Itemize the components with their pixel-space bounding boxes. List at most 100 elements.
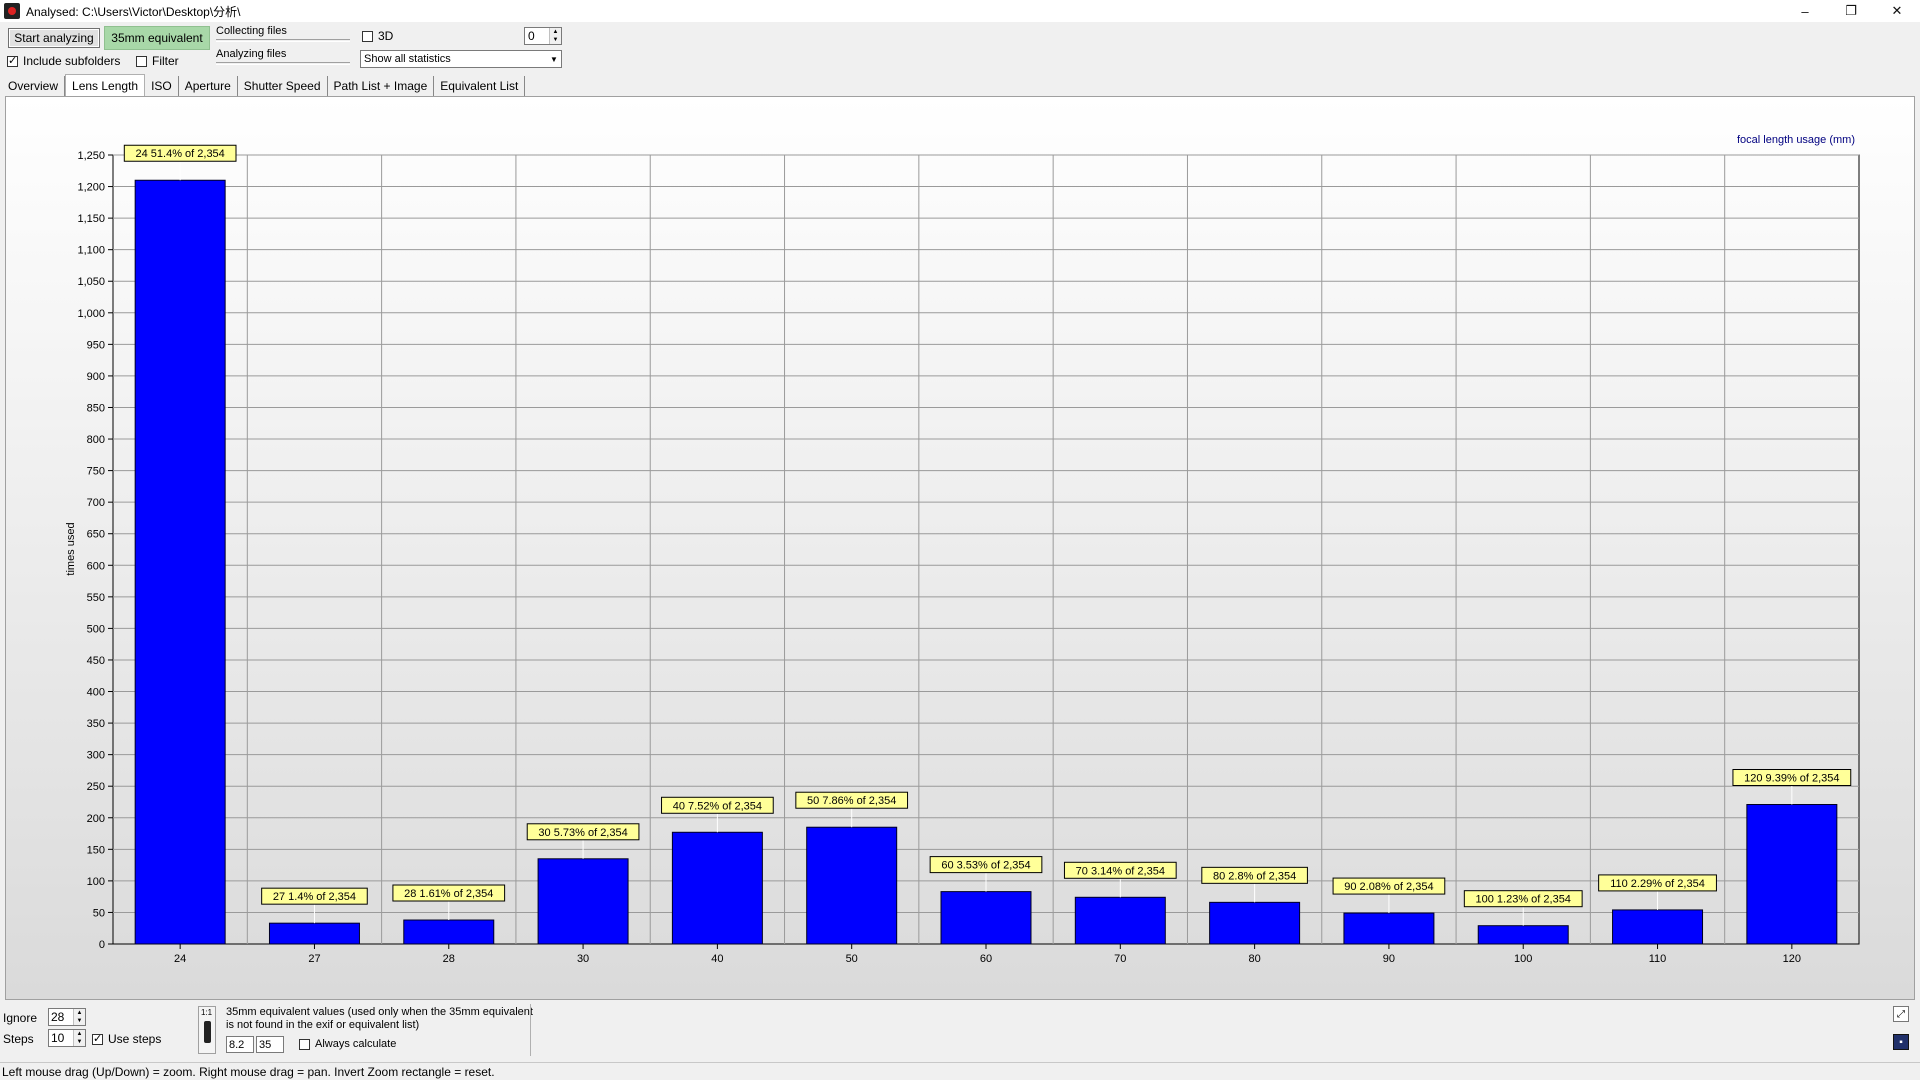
use-steps-box[interactable] — [92, 1032, 103, 1046]
statistics-select[interactable]: Show all statistics ▼ — [360, 50, 562, 68]
focal-length-chart[interactable]: 0 50 100 150 200 250 300 350 400 450 500 550 600 650 7… — [6, 97, 1915, 1000]
tab-lens-length[interactable]: Lens Length — [65, 74, 146, 96]
tab-shutter-speed[interactable]: Shutter Speed — [238, 76, 328, 96]
slider-tick-label: 1:1 — [201, 1008, 213, 1017]
fit-view-icon[interactable]: ⤢ — [1893, 1006, 1909, 1022]
always-calculate-box[interactable] — [299, 1038, 310, 1050]
x-tick-label: 28 — [443, 953, 455, 965]
x-tick-label: 90 — [1383, 953, 1395, 965]
bottom-separator — [530, 1004, 531, 1056]
y-tick-label: 0 — [99, 939, 105, 951]
statistics-select-value: Show all statistics — [364, 53, 451, 65]
collecting-files-label: Collecting files — [216, 25, 287, 37]
ignore-value: 28 — [51, 1010, 65, 1024]
filter-box[interactable] — [136, 55, 147, 67]
y-tick-label: 700 — [87, 497, 105, 509]
y-tick-label: 850 — [87, 402, 105, 414]
equivalent-focal-input[interactable]: 35 — [256, 1036, 284, 1053]
x-tick-label: 24 — [174, 953, 186, 965]
equivalent-35mm-button[interactable]: 35mm equivalent — [104, 26, 210, 50]
steps-spinner-arrows-icon[interactable]: ▲ ▼ — [73, 1030, 85, 1046]
y-tick-label: 500 — [87, 623, 105, 635]
bar — [940, 891, 1032, 945]
y-tick-label: 1,250 — [77, 150, 105, 162]
collecting-files-bar — [216, 39, 350, 42]
spinner-arrows-icon[interactable]: ▲ ▼ — [549, 28, 561, 44]
equivalent-slider-handle[interactable]: 1:1 — [198, 1006, 216, 1054]
steps-label: Steps — [3, 1032, 34, 1046]
include-subfolders-box[interactable] — [7, 54, 18, 68]
restore-icon[interactable]: ❐ — [1828, 0, 1874, 22]
steps-spinner[interactable]: 10 ▲ ▼ — [48, 1029, 86, 1047]
plot-area-frame — [112, 154, 1860, 945]
status-text: Left mouse drag (Up/Down) = zoom. Right … — [2, 1064, 495, 1079]
view-angle-spinner[interactable]: 0 ▲ ▼ — [524, 27, 562, 45]
y-tick-label: 100 — [87, 876, 105, 888]
analyzing-files-label: Analyzing files — [216, 48, 287, 60]
start-analyzing-button[interactable]: Start analyzing — [8, 28, 100, 48]
data-label: 120 9.39% of 2,354 — [1744, 773, 1839, 785]
x-tick-label: 110 — [1649, 953, 1667, 965]
always-calculate-label: Always calculate — [315, 1038, 397, 1050]
x-tick-label: 40 — [711, 953, 723, 965]
data-label: 60 3.53% of 2,354 — [941, 860, 1030, 872]
filter-label: Filter — [152, 54, 179, 68]
minimize-icon[interactable]: – — [1782, 0, 1828, 22]
tab-overview[interactable]: Overview — [0, 76, 66, 96]
y-tick-label: 250 — [87, 781, 105, 793]
x-tick-label: 120 — [1783, 953, 1801, 965]
y-tick-label: 600 — [87, 560, 105, 572]
data-label: 24 51.4% of 2,354 — [136, 148, 225, 160]
chart-title: focal length usage (mm) — [1737, 134, 1855, 146]
y-tick-label: 650 — [87, 529, 105, 541]
include-subfolders-checkbox[interactable]: Include subfolders — [7, 54, 120, 68]
x-tick-label: 50 — [846, 953, 858, 965]
bar — [134, 179, 226, 945]
bar — [1477, 925, 1569, 945]
y-tick-label: 750 — [87, 466, 105, 478]
y-tick-label: 950 — [87, 339, 105, 351]
view-angle-value: 0 — [528, 29, 535, 43]
bar — [268, 922, 360, 945]
always-calculate-checkbox[interactable]: Always calculate — [299, 1038, 396, 1050]
y-tick-label: 450 — [87, 655, 105, 667]
y-tick-label: 1,000 — [77, 308, 105, 320]
data-label: 80 2.8% of 2,354 — [1213, 870, 1296, 882]
equivalent-crop-input[interactable]: 8.2 — [226, 1036, 254, 1053]
three-d-label: 3D — [378, 29, 394, 43]
bottom-panel: Ignore 28 ▲▼ Steps 10 ▲▼ Use steps 1:1 3… — [0, 1000, 1920, 1060]
analyzing-files-progress: Analyzing files — [216, 48, 350, 65]
save-icon[interactable]: ▪ — [1893, 1034, 1909, 1050]
tab-iso[interactable]: ISO — [145, 76, 179, 96]
data-label: 90 2.08% of 2,354 — [1344, 881, 1433, 893]
bar — [1074, 896, 1166, 945]
tab-path-list-image[interactable]: Path List + Image — [328, 76, 435, 96]
use-steps-checkbox[interactable]: Use steps — [92, 1032, 161, 1046]
three-d-box[interactable] — [362, 30, 373, 42]
data-label: 40 7.52% of 2,354 — [673, 800, 762, 812]
ignore-spinner-arrows-icon[interactable]: ▲ ▼ — [73, 1009, 85, 1025]
chevron-down-icon[interactable]: ▼ — [547, 51, 561, 67]
equivalent-description-line1: 35mm equivalent values (used only when t… — [226, 1006, 533, 1018]
tab-equivalent-list[interactable]: Equivalent List — [434, 76, 526, 96]
y-tick-label: 1,200 — [77, 182, 105, 194]
tab-aperture[interactable]: Aperture — [179, 76, 238, 96]
use-steps-label: Use steps — [108, 1032, 162, 1046]
three-d-checkbox[interactable]: 3D — [362, 29, 393, 43]
bar — [403, 919, 495, 945]
aperture-app-icon — [4, 3, 20, 19]
bar — [1343, 912, 1435, 945]
y-tick-label: 200 — [87, 813, 105, 825]
ignore-spinner[interactable]: 28 ▲ ▼ — [48, 1008, 86, 1026]
bar — [671, 831, 763, 945]
window-title: Analysed: C:\Users\Victor\Desktop\分析\ — [26, 4, 241, 19]
status-bar: Left mouse drag (Up/Down) = zoom. Right … — [0, 1062, 1920, 1080]
filter-checkbox[interactable]: Filter — [136, 54, 179, 68]
x-tick-label: 100 — [1514, 953, 1532, 965]
y-tick-label: 400 — [87, 687, 105, 699]
analyzing-files-bar — [216, 62, 350, 65]
y-tick-label: 150 — [87, 844, 105, 856]
chart-panel[interactable]: 0 50 100 150 200 250 300 350 400 450 500 550 600 650 7… — [5, 96, 1915, 1000]
data-label: 50 7.86% of 2,354 — [807, 795, 896, 807]
close-icon[interactable]: ✕ — [1874, 0, 1920, 22]
